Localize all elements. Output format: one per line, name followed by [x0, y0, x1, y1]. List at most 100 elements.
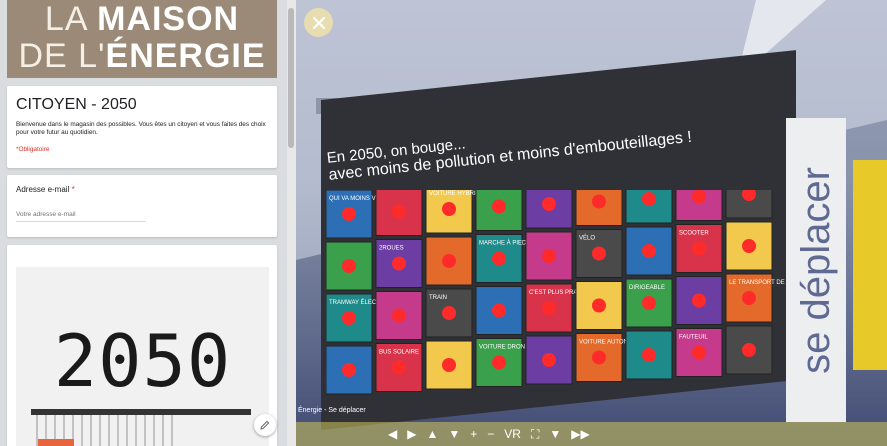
- hotspot-marker[interactable]: [692, 293, 706, 308]
- close-icon: [312, 16, 325, 29]
- yellow-side-panel: [853, 160, 887, 370]
- edit-button[interactable]: [254, 414, 276, 436]
- exhibit-tile: FAUTEUIL: [675, 328, 723, 377]
- exhibit-tile: SCOOTER: [675, 224, 723, 273]
- exhibit-tile: [475, 286, 523, 335]
- hotspot-marker[interactable]: [342, 311, 356, 325]
- exhibit-tile: BUS: [625, 190, 673, 224]
- hotspot-marker[interactable]: [692, 241, 706, 256]
- hotspot-marker[interactable]: [642, 244, 656, 258]
- zoom-in-button[interactable]: +: [470, 427, 477, 441]
- header-line-2: DE L'ÉNERGIE: [7, 38, 277, 74]
- exhibit-tile: [525, 335, 573, 385]
- hotspot-marker[interactable]: [592, 350, 606, 365]
- hotspot-marker[interactable]: [542, 197, 556, 211]
- form-scrollbar[interactable]: [287, 0, 296, 446]
- exhibit-tile: [675, 276, 723, 325]
- tile-label: MARCHE À PIED: [479, 240, 527, 247]
- header-la: LA: [44, 0, 98, 38]
- scrollbar-thumb[interactable]: [288, 8, 294, 148]
- header-de-l: DE L': [18, 37, 106, 75]
- hotspot-marker[interactable]: [592, 194, 606, 209]
- pan-left-button[interactable]: ◀: [388, 427, 397, 441]
- hotspot-marker[interactable]: [592, 246, 606, 261]
- required-note: *Obligatoire: [16, 146, 50, 153]
- hotspot-marker[interactable]: [392, 256, 406, 271]
- tile-label: FAUTEUIL: [679, 335, 708, 341]
- hotspot-marker[interactable]: [442, 202, 456, 216]
- fullscreen-button[interactable]: ⛶: [531, 427, 539, 442]
- hotspot-marker[interactable]: [542, 249, 556, 263]
- hotspot-marker[interactable]: [592, 298, 606, 313]
- hotspot-marker[interactable]: [692, 345, 706, 360]
- hotspot-marker[interactable]: [342, 363, 356, 377]
- nav-controls: ◀ ▶ ▲ ▼ + − VR ⛶ ▼ ▶▶: [388, 422, 590, 446]
- hotspot-marker[interactable]: [442, 306, 456, 320]
- hotspot-marker[interactable]: [742, 239, 756, 253]
- exhibit-tile: [725, 221, 773, 271]
- hotspot-marker[interactable]: [392, 360, 406, 375]
- hotspot-marker[interactable]: [642, 348, 656, 362]
- menu-button[interactable]: ▼: [549, 427, 561, 441]
- image-2050-text: 2050: [53, 319, 232, 403]
- email-label: Adresse e-mail *: [16, 185, 75, 194]
- email-question-card: Adresse e-mail *: [7, 175, 277, 237]
- hotspot-marker[interactable]: [742, 343, 756, 357]
- exhibit-tile: [326, 241, 373, 291]
- hotspot-marker[interactable]: [692, 190, 706, 204]
- exhibit-tile: DIRIGEABLE: [625, 278, 673, 328]
- close-button[interactable]: [304, 8, 333, 37]
- vr-button[interactable]: VR: [504, 427, 521, 441]
- image-2050: 2050: [16, 267, 269, 446]
- exhibit-tile: 2ROUES: [375, 239, 423, 288]
- hotspot-marker[interactable]: [642, 296, 656, 310]
- exhibit-tile: [525, 231, 573, 281]
- hotspot-marker[interactable]: [392, 204, 406, 219]
- email-required-mark: *: [71, 185, 75, 194]
- pan-right-button[interactable]: ▶: [407, 427, 416, 441]
- email-field[interactable]: [16, 207, 146, 222]
- pan-up-button[interactable]: ▲: [426, 427, 438, 441]
- hotspot-marker[interactable]: [492, 251, 506, 266]
- pencil-icon: [260, 420, 270, 430]
- exhibit-tile: VOITURE HYBRIDE: [425, 190, 484, 234]
- tile-label: VOITURE DRONE: [479, 345, 529, 351]
- tile-label: 2ROUES: [379, 246, 404, 252]
- tile-label: SCOOTER: [679, 231, 709, 237]
- email-label-text: Adresse e-mail: [16, 185, 70, 194]
- header-energie: ÉNERGIE: [105, 37, 266, 75]
- exhibit-tile: [425, 340, 473, 390]
- exhibit-tile: [625, 330, 673, 380]
- side-sign-text: se déplacer: [793, 166, 838, 374]
- hotspot-marker[interactable]: [742, 291, 756, 305]
- tile-label: VÉLO: [579, 235, 595, 242]
- panorama-nav-bar: ◀ ▶ ▲ ▼ + − VR ⛶ ▼ ▶▶: [296, 422, 887, 446]
- hotspot-marker[interactable]: [342, 259, 356, 273]
- exhibit-tile: [575, 281, 623, 330]
- exhibit-tile: VÉLO: [575, 229, 623, 278]
- hotspot-marker[interactable]: [642, 192, 656, 206]
- exhibit-tile: [575, 190, 623, 226]
- form-title-card: CITOYEN - 2050 Bienvenue dans le magasin…: [7, 86, 277, 168]
- hotspot-marker[interactable]: [542, 353, 556, 367]
- hotspot-marker[interactable]: [492, 199, 506, 214]
- zoom-out-button[interactable]: −: [487, 427, 494, 441]
- hotspot-marker[interactable]: [442, 254, 456, 268]
- image-rack-block: [38, 439, 74, 446]
- exhibit-tile: TRAIN: [425, 288, 473, 338]
- exhibit-tile: [475, 190, 523, 231]
- hotspot-marker[interactable]: [492, 303, 506, 318]
- exhibit-tile: MARCHE À PIED: [475, 234, 527, 283]
- exhibit-tile: [625, 226, 673, 276]
- pan-down-button[interactable]: ▼: [448, 427, 460, 441]
- hotspot-marker[interactable]: [392, 308, 406, 323]
- hotspot-marker[interactable]: [542, 301, 556, 315]
- panorama-viewer[interactable]: En 2050, on bouge... avec moins de pollu…: [296, 0, 887, 446]
- hotspot-marker[interactable]: [492, 355, 506, 370]
- hotspot-marker[interactable]: [342, 207, 356, 221]
- fast-forward-button[interactable]: ▶▶: [571, 427, 589, 441]
- hotspot-marker[interactable]: [442, 358, 456, 372]
- exhibit-tile: VOITURE: [725, 190, 773, 219]
- tile-label: TRAIN: [429, 295, 447, 301]
- image-card: 2050: [7, 245, 277, 446]
